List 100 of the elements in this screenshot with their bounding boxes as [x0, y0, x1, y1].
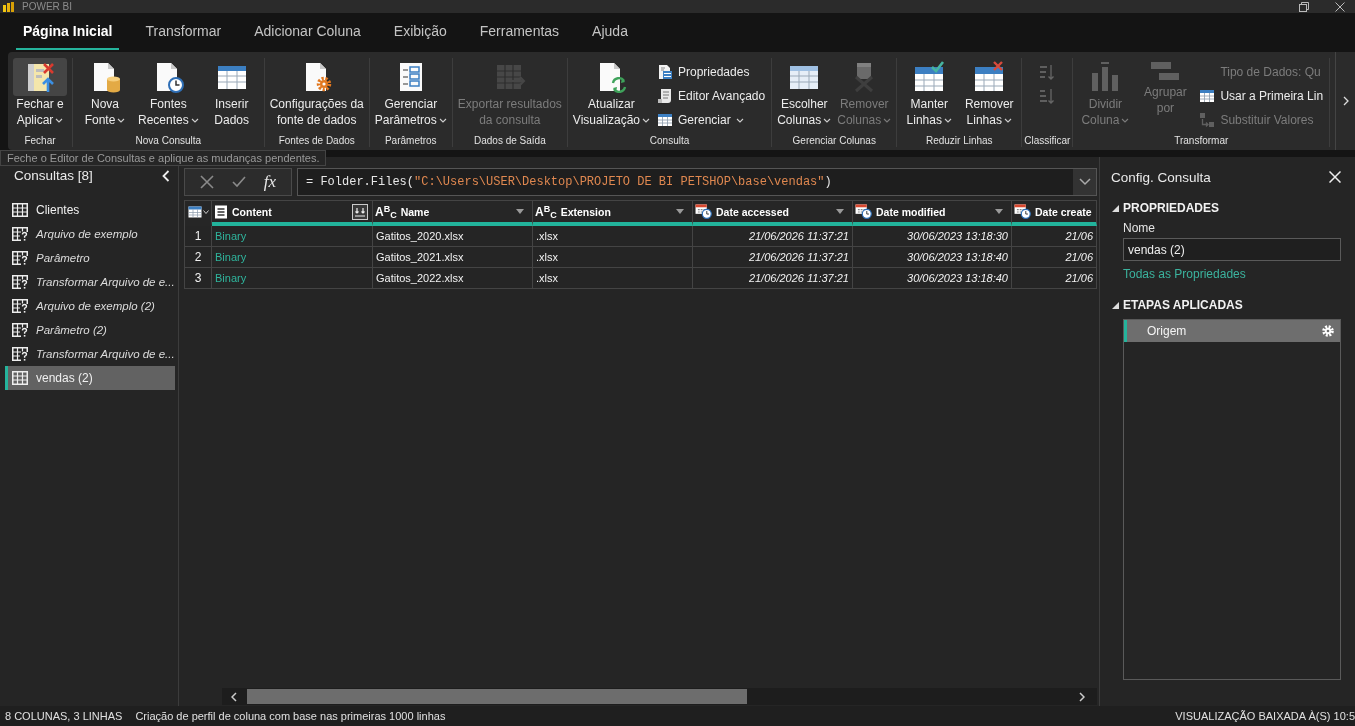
close-icon[interactable]	[1335, 1, 1345, 12]
restore-icon[interactable]	[1299, 1, 1309, 12]
table-cell: 21/06	[1012, 226, 1097, 247]
scroll-right-icon[interactable]	[1079, 691, 1085, 702]
column-title: Date create	[1035, 205, 1092, 218]
query-item[interactable]: Parâmetro	[5, 246, 175, 270]
column-header[interactable]: Date create	[1012, 200, 1097, 226]
ribbon-tab[interactable]: Ajuda	[585, 23, 635, 50]
query-item[interactable]: vendas (2)	[5, 366, 175, 390]
ribbon-button[interactable]: Usar a Primeira Lin	[1195, 84, 1328, 108]
triangle-down-icon[interactable]	[1111, 204, 1119, 212]
column-title: Name	[400, 205, 430, 218]
ribbon-button[interactable]: Fechar e Aplicar	[10, 58, 70, 128]
section-heading: ETAPAS APLICADAS	[1123, 298, 1243, 312]
all-properties-link[interactable]: Todas as Propriedades	[1123, 267, 1246, 281]
table-question-icon	[12, 275, 28, 289]
chevron-right-icon[interactable]	[1342, 96, 1349, 106]
group-label: Fechar	[24, 134, 56, 147]
ribbon-button[interactable]: Nova Fonte	[75, 58, 135, 128]
gear-icon[interactable]	[1322, 325, 1334, 337]
ribbon-tab[interactable]: Ferramentas	[472, 23, 567, 50]
ribbon-button[interactable]: Gerenciar	[653, 108, 770, 132]
ribbon-tab[interactable]: Página Inicial	[16, 23, 120, 50]
column-title: Extension	[560, 205, 611, 218]
query-item[interactable]: Arquivo de exemplo (2)	[5, 294, 175, 318]
table-menu-button[interactable]	[187, 205, 209, 218]
ribbon-button[interactable]: Remover Linhas	[959, 58, 1020, 128]
table-icon[interactable]	[187, 205, 202, 218]
table-check-icon	[913, 61, 946, 93]
document-icon[interactable]	[214, 204, 228, 219]
table-cell: 30/06/2023 13:18:40	[853, 247, 1012, 268]
filter-caret-icon[interactable]	[676, 209, 684, 214]
insert-function-button[interactable]: fx	[263, 172, 277, 192]
query-item[interactable]: Transformar Arquivo de e...	[5, 342, 175, 366]
calendar-clock-icon[interactable]	[695, 204, 712, 219]
query-item[interactable]: Parâmetro (2)	[5, 318, 175, 342]
group-label: Consulta	[649, 134, 690, 147]
scroll-left-icon[interactable]	[231, 691, 237, 702]
ribbon-button[interactable]: Manter Linhas	[899, 58, 960, 128]
expand-column-icon[interactable]	[352, 203, 368, 220]
group-label: Transformar	[1174, 134, 1229, 147]
table-cell: 21/06/2026 11:37:21	[693, 247, 853, 268]
filter-caret-icon[interactable]	[836, 209, 844, 214]
table-cell: Gatitos_2022.xlsx	[373, 268, 533, 289]
ribbon-tab[interactable]: Transformar	[138, 23, 229, 50]
check-icon[interactable]	[231, 176, 246, 188]
status-text: 8 COLUNAS, 3 LINHAS	[5, 710, 123, 722]
name-input-field[interactable]: vendas (2)	[1123, 238, 1341, 261]
cancel-icon[interactable]	[199, 175, 214, 189]
column-header[interactable]: Content	[212, 200, 373, 226]
tooltip: Feche o Editor de Consultas e aplique as mudanças pendentes.	[0, 150, 327, 166]
table-icon	[12, 371, 28, 385]
chevron-down-icon[interactable]	[1078, 178, 1091, 186]
ribbon-tab[interactable]: Adicionar Coluna	[247, 23, 368, 50]
applied-step[interactable]: Origem	[1124, 320, 1340, 342]
filter-caret-icon[interactable]	[516, 209, 524, 214]
table-cell: Gatitos_2020.xlsx	[373, 226, 533, 247]
group-by-icon	[1149, 61, 1182, 81]
scrollbar-thumb[interactable]	[247, 689, 747, 704]
chevron-left-icon[interactable]	[162, 169, 170, 182]
table-cell[interactable]: Binary	[212, 247, 373, 268]
column-header[interactable]: Date accessed	[693, 200, 853, 226]
table-question-icon	[12, 227, 28, 241]
column-title: Date modified	[876, 205, 946, 218]
query-item[interactable]: Clientes	[5, 198, 175, 222]
window-title: POWER BI	[22, 0, 72, 13]
ribbon-button[interactable]: Gerenciar Parâmetros	[371, 58, 450, 128]
table-cell: .xlsx	[533, 247, 693, 268]
calendar-clock-icon[interactable]	[1014, 204, 1031, 219]
caret-icon[interactable]	[202, 209, 209, 214]
ribbon-button[interactable]: Configurações da fonte de dados	[266, 58, 367, 128]
expand-formula-button[interactable]	[1073, 169, 1096, 195]
group-label: Dados de Saída	[473, 134, 546, 147]
query-item[interactable]: Arquivo de exemplo	[5, 222, 175, 246]
column-header[interactable]: A$^{B}$$_{C}$ Extension	[533, 200, 693, 226]
calendar-clock-icon[interactable]	[855, 204, 872, 219]
horizontal-scrollbar[interactable]	[222, 688, 1097, 705]
panel-title: Config. Consulta	[1111, 169, 1211, 185]
bars-logo-icon	[2, 1, 16, 12]
formula-field[interactable]: = Folder.Files("C:\Users\USER\Desktop\PROJETO DE BI PETSHOP\base\vendas")	[297, 168, 1097, 196]
section-heading: PROPRIEDADES	[1123, 201, 1220, 215]
ribbon-button[interactable]: Atualizar Visualização	[569, 58, 653, 128]
query-item[interactable]: Transformar Arquivo de e...	[5, 270, 175, 294]
ribbon-button[interactable]: Fontes Recentes	[135, 58, 202, 128]
table-cell: .xlsx	[533, 226, 693, 247]
ribbon-button[interactable]: Escolher Colunas	[774, 58, 835, 128]
ribbon-tab[interactable]: Exibição	[386, 23, 454, 50]
ribbon-button[interactable]: Propriedades	[653, 60, 770, 84]
group-label: Classificar	[1024, 134, 1071, 147]
column-header[interactable]: Date modified	[853, 200, 1012, 226]
table-cell[interactable]: Binary	[212, 268, 373, 289]
triangle-down-icon[interactable]	[1111, 301, 1119, 309]
table-cell: 21/06	[1012, 247, 1097, 268]
table-question-icon	[12, 347, 28, 361]
column-header[interactable]: A$^{B}$$_{C}$ Name	[373, 200, 533, 226]
ribbon-button[interactable]: Inserir Dados	[201, 58, 262, 128]
table-cell[interactable]: Binary	[212, 226, 373, 247]
group-label: Fontes de Dados	[278, 134, 355, 147]
filter-caret-icon[interactable]	[995, 209, 1003, 214]
ribbon-button[interactable]: Editor Avançado	[653, 84, 770, 108]
